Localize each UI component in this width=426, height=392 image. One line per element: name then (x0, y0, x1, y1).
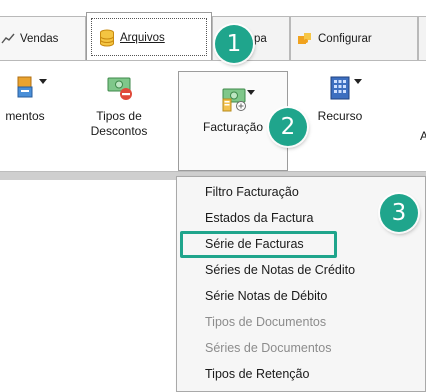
menu-item-label: Séries de Notas de Crédito (205, 263, 356, 277)
chevron-down-icon (354, 79, 362, 84)
tipos-de-descontos-button[interactable]: Tipos de Descontos (74, 75, 164, 139)
menu-item-tipos-de-documentos: Tipos de Documentos (205, 312, 326, 332)
tipos-de-descontos-label-line2: Descontos (90, 124, 148, 138)
step-badge-2: 2 (269, 108, 307, 146)
documentos-label: mentos (5, 109, 45, 123)
building-icon (327, 75, 362, 101)
ribbon-tab-strip: Vendas Arquivos pa Configurar (0, 0, 426, 68)
invoice-money-icon (220, 86, 255, 112)
menu-item-label: Estados da Factura (205, 211, 314, 225)
tipos-de-descontos-label-line1: Tipos de (96, 109, 142, 123)
menu-item-tipos-de-retencao[interactable]: Tipos de Retenção (205, 364, 309, 384)
menu-item-label: Filtro Facturação (205, 185, 299, 199)
tab-vendas-label: Vendas (20, 32, 59, 45)
tab-arquivos[interactable]: Arquivos (86, 12, 212, 62)
menu-item-series-de-documentos: Séries de Documentos (205, 338, 331, 358)
menu-item-label: Tipos de Documentos (205, 315, 327, 329)
step-badge-1: 1 (215, 25, 253, 63)
tab-mapa-label: pa (254, 32, 267, 45)
tab-vendas[interactable]: Vendas (0, 16, 86, 60)
database-icon (99, 29, 115, 47)
puzzle-icon (297, 31, 313, 47)
partial-ribbon-label: A (419, 129, 426, 143)
tab-arquivos-label: Arquivos (120, 31, 165, 44)
chevron-down-icon (247, 90, 255, 95)
sales-chart-icon (1, 32, 15, 46)
tab-partial[interactable] (418, 16, 426, 60)
menu-item-label: Séries de Documentos (205, 341, 332, 355)
money-discount-icon (106, 75, 132, 101)
menu-item-series-de-notas-de-credito[interactable]: Séries de Notas de Crédito (205, 260, 355, 280)
tab-configurar-label: Configurar (318, 32, 372, 45)
tab-configurar[interactable]: Configurar (290, 16, 418, 60)
partial-ribbon-button[interactable]: A (418, 129, 426, 144)
menu-item-serie-notas-de-debito[interactable]: Série Notas de Débito (205, 286, 327, 306)
recurso-label: Recurso (317, 109, 363, 123)
highlight-serie-de-facturas (180, 231, 337, 258)
step-badge-3: 3 (380, 194, 418, 232)
documentos-button[interactable]: mentos (0, 75, 58, 124)
menu-item-label: Série Notas de Débito (205, 289, 328, 303)
menu-item-filtro-facturacao[interactable]: Filtro Facturação (205, 182, 299, 202)
ribbon-panel: mentos Tipos de Descontos Facturação Rec… (0, 61, 426, 171)
facturacao-label: Facturação (202, 120, 264, 134)
menu-item-estados-da-factura[interactable]: Estados da Factura (205, 208, 313, 228)
menu-item-label: Tipos de Retenção (205, 367, 310, 381)
chevron-down-icon (39, 79, 47, 84)
document-icon (12, 75, 47, 101)
recurso-button[interactable]: Recurso (300, 75, 380, 124)
